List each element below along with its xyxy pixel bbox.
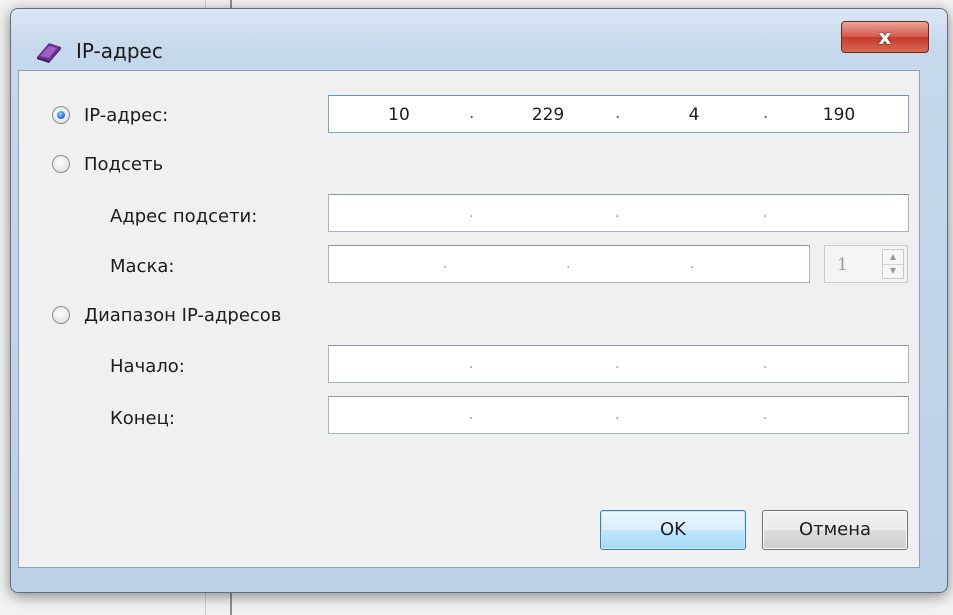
ok-button[interactable]: OK <box>600 510 746 550</box>
ip-separator: . <box>469 356 474 372</box>
chevron-down-icon[interactable]: ▼ <box>883 264 903 278</box>
network-card-icon <box>37 43 61 63</box>
radio-button-checked[interactable] <box>52 106 70 124</box>
radio-button[interactable] <box>52 306 70 324</box>
radio-button[interactable] <box>52 155 70 173</box>
radio-subnet[interactable]: Подсеть <box>52 150 163 178</box>
mask-prefix-stepper[interactable]: 1 ▲ ▼ <box>824 245 908 283</box>
close-button[interactable]: x <box>841 21 929 53</box>
range-start-input[interactable]: . . . <box>328 345 909 383</box>
range-end-input[interactable]: . . . <box>328 396 909 434</box>
radio-ip-address-label: IP-адрес: <box>84 104 169 126</box>
ip-separator: . <box>469 103 475 123</box>
range-start-label: Начало: <box>110 356 185 377</box>
mask-label: Маска: <box>110 256 175 277</box>
ip-separator: . <box>763 356 768 372</box>
subnet-address-input[interactable]: . . . <box>328 194 909 232</box>
ip-separator: . <box>763 407 768 423</box>
stepper-buttons: ▲ ▼ <box>882 249 904 279</box>
ip-separator: . <box>566 256 571 272</box>
ip-separator: . <box>469 205 474 221</box>
radio-subnet-label: Подсеть <box>84 153 164 175</box>
ip-octet-4[interactable]: 190 <box>809 105 869 125</box>
chevron-up-icon[interactable]: ▲ <box>883 250 903 265</box>
ip-separator: . <box>615 205 620 221</box>
ip-separator: . <box>615 356 620 372</box>
ip-separator: . <box>763 205 768 221</box>
ip-separator: . <box>443 256 448 272</box>
mask-prefix-value: 1 <box>837 255 848 275</box>
mask-input[interactable]: . . . <box>328 245 810 283</box>
ip-separator: . <box>469 407 474 423</box>
range-end-label: Конец: <box>110 408 175 429</box>
subnet-address-label: Адрес подсети: <box>110 206 258 227</box>
ip-address-input[interactable]: 10 . 229 . 4 . 190 <box>328 95 909 133</box>
ip-octet-1[interactable]: 10 <box>369 105 429 125</box>
radio-ip-range-label: Диапазон IP-адресов <box>84 304 282 326</box>
ip-separator: . <box>615 103 621 123</box>
cancel-button[interactable]: Отмена <box>762 510 908 550</box>
close-icon: x <box>878 25 892 49</box>
ip-separator: . <box>763 103 769 123</box>
ip-separator: . <box>615 407 620 423</box>
title-bar[interactable]: IP-адрес x <box>11 9 947 69</box>
ip-separator: . <box>690 256 695 272</box>
radio-ip-range[interactable]: Диапазон IP-адресов <box>52 301 281 329</box>
ip-octet-2[interactable]: 229 <box>518 105 578 125</box>
ip-octet-3[interactable]: 4 <box>664 105 724 125</box>
window-title: IP-адрес <box>76 39 163 63</box>
radio-ip-address[interactable]: IP-адрес: <box>52 101 168 129</box>
